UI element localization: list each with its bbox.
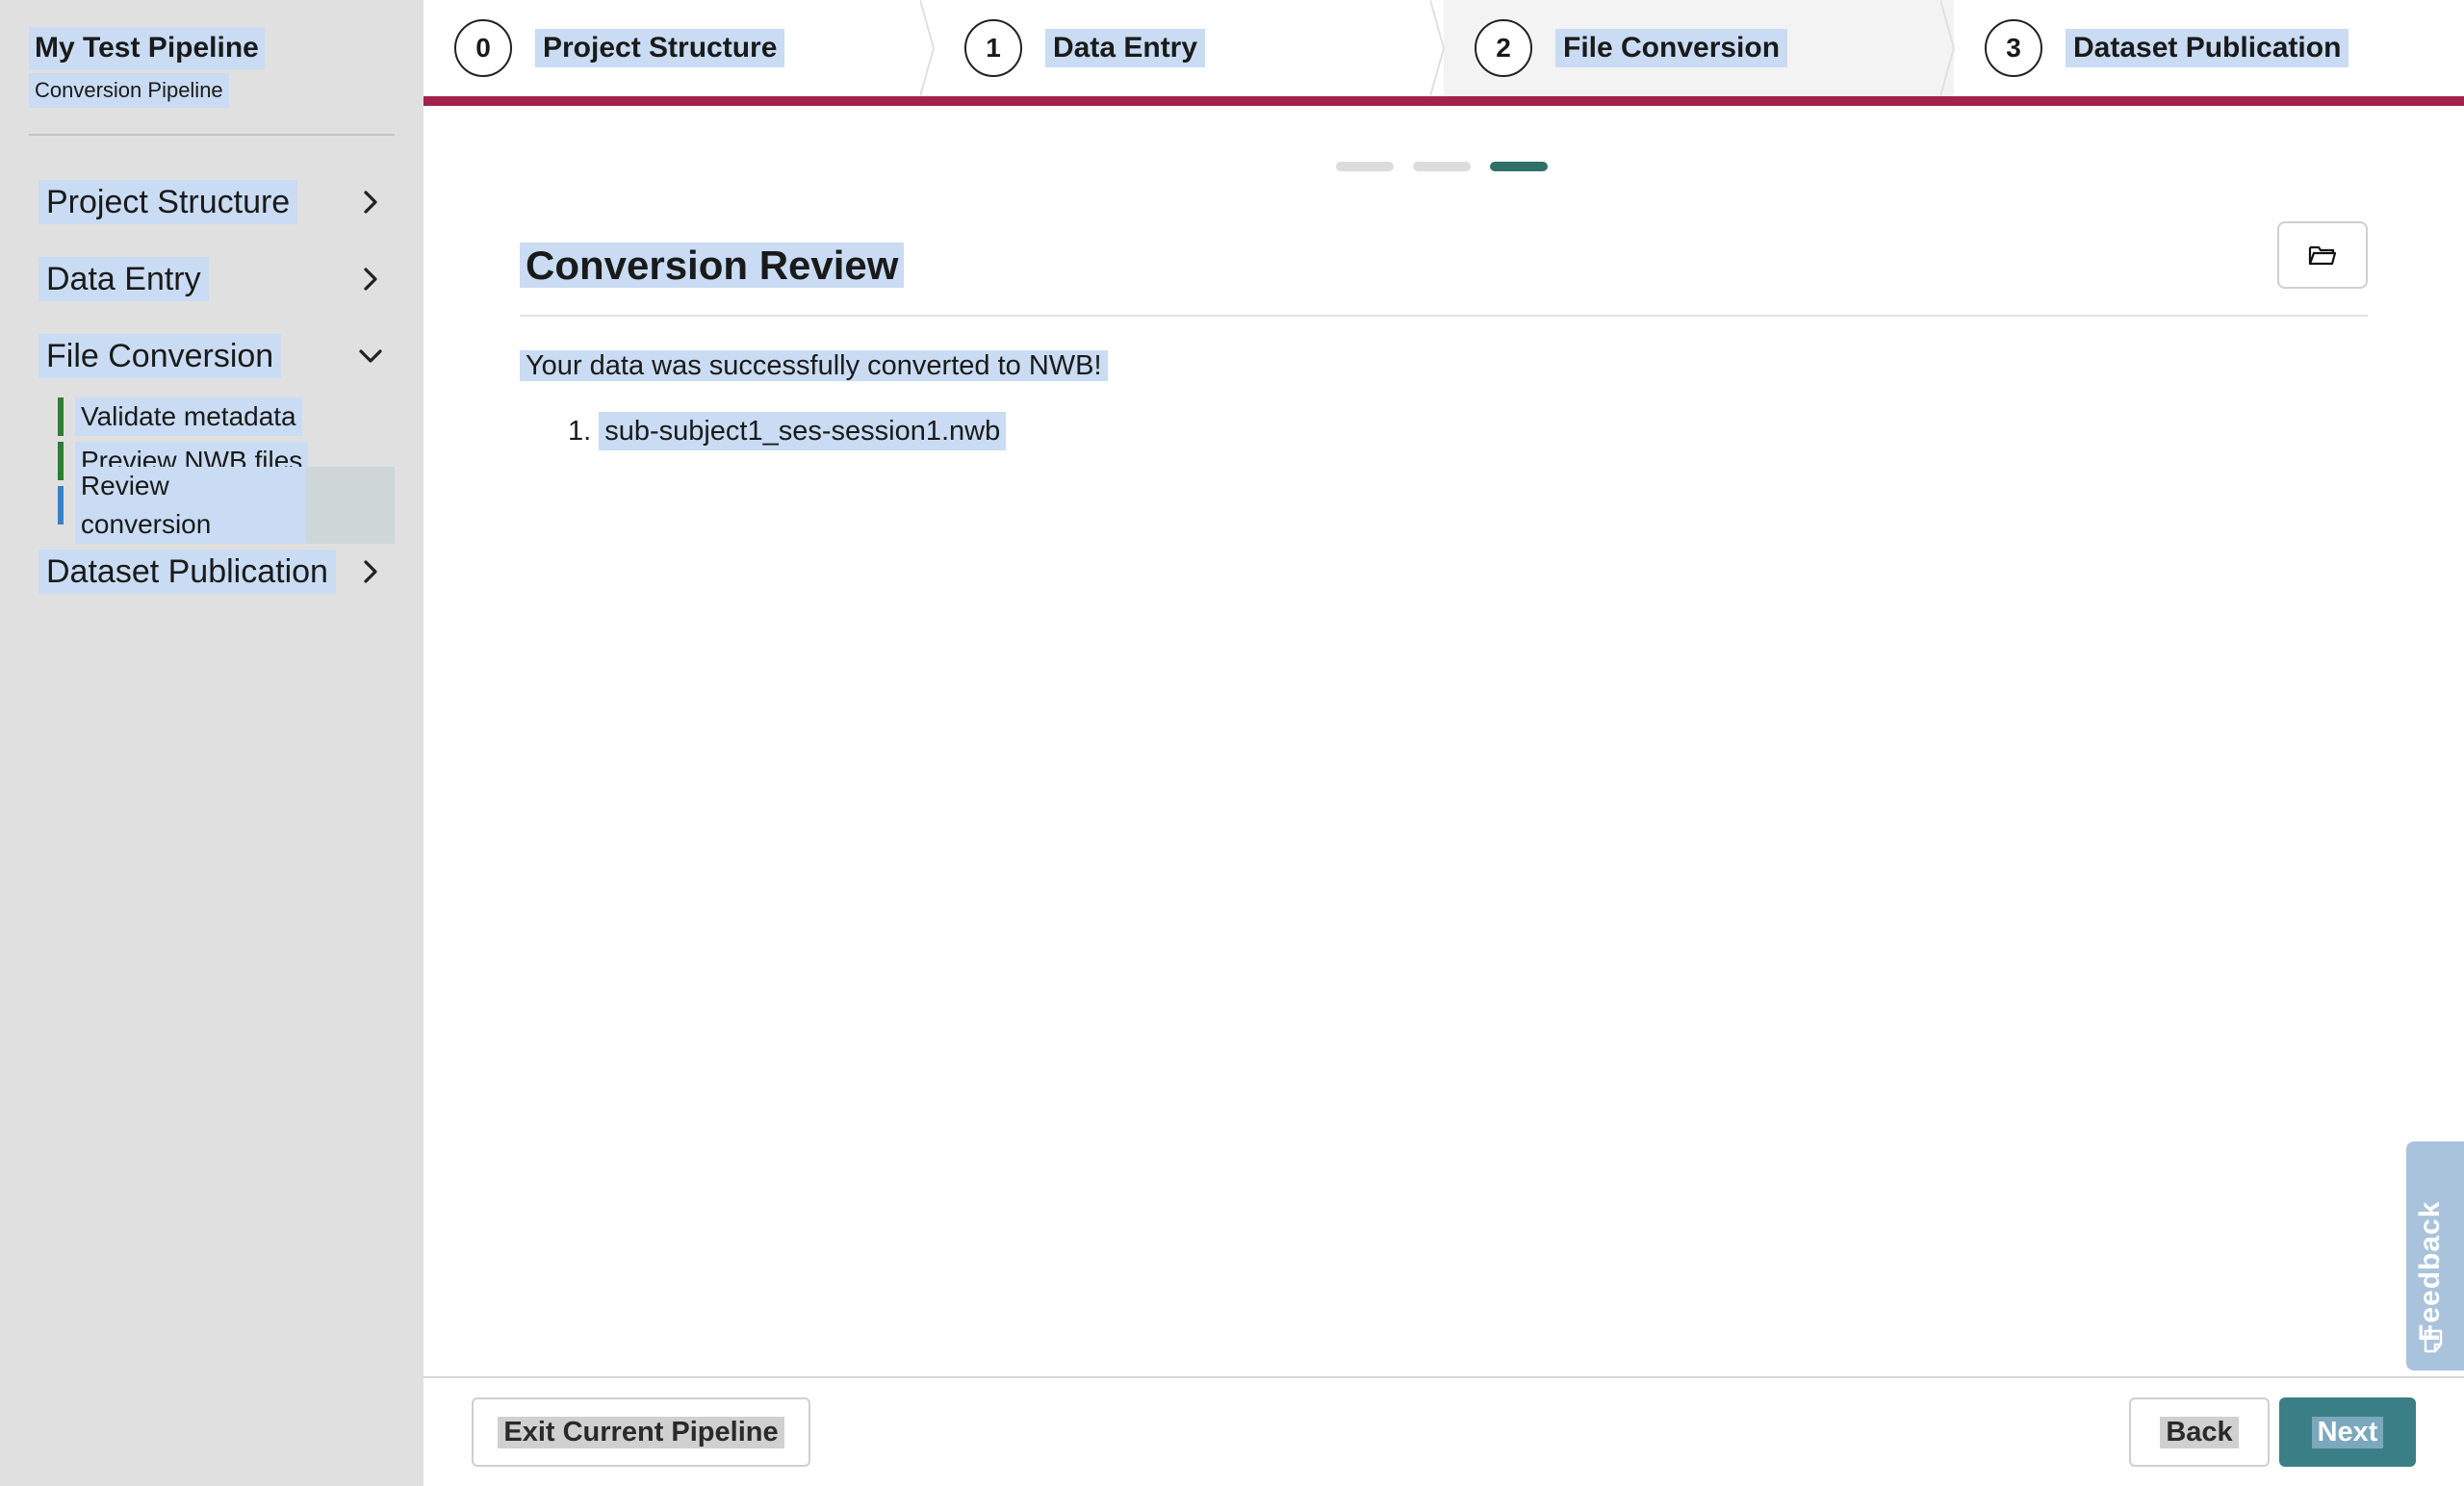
step-label: Dataset Publication [2066,29,2349,67]
file-conversion-subitems: Validate metadata Preview NWB files Revi… [58,397,395,544]
step-number: 1 [964,19,1022,77]
feedback-label: Feedback [2414,1200,2446,1342]
step-label: File Conversion [1555,29,1788,67]
sidebar-item-data-entry[interactable]: Data Entry [38,250,395,308]
status-indicator-active [58,486,64,525]
chevron-right-icon [364,268,377,291]
step-separator [1940,0,1956,96]
sidebar-header: My Test Pipeline Conversion Pipeline [29,27,265,108]
sidebar-item-project-structure[interactable]: Project Structure [38,173,395,231]
pipeline-title: My Test Pipeline [29,27,265,69]
subitem-review-conversion[interactable]: Review conversion [58,467,395,544]
chevron-right-icon [364,191,377,214]
feedback-icon [2424,1329,2443,1353]
sidebar-item-label: Data Entry [38,257,209,301]
sidebar-item-dataset-publication[interactable]: Dataset Publication [38,543,395,601]
pipeline-subtitle: Conversion Pipeline [29,73,229,108]
step-number: 0 [454,19,512,77]
step-label: Project Structure [535,29,785,67]
exit-pipeline-label: Exit Current Pipeline [498,1416,784,1448]
title-divider [520,315,2368,317]
chevron-right-icon [364,560,377,583]
sidebar: My Test Pipeline Conversion Pipeline Pro… [0,0,424,1486]
app-root: My Test Pipeline Conversion Pipeline Pro… [0,0,2464,1486]
back-label: Back [2160,1416,2239,1448]
step-project-structure[interactable]: 0 Project Structure [424,0,936,96]
open-folder-button[interactable] [2277,221,2368,289]
chevron-down-icon [359,349,382,363]
subitem-label: Validate metadata [75,397,302,436]
sidebar-nav: Project Structure Data Entry File Conver… [38,173,395,620]
step-separator [1430,0,1446,96]
step-number: 3 [1985,19,2042,77]
pipeline-stepper: 0 Project Structure 1 Data Entry 2 File … [424,0,2464,96]
sidebar-item-label: Project Structure [38,180,298,224]
next-button[interactable]: Next [2279,1397,2416,1467]
stepper-progress-bar [424,96,2464,106]
list-item-index: 1. [568,416,592,447]
step-number: 2 [1475,19,1532,77]
substep-dot [1336,162,1394,171]
step-dataset-publication[interactable]: 3 Dataset Publication [1954,0,2464,96]
step-separator [920,0,936,96]
substep-dot [1413,162,1471,171]
page-title: Conversion Review [520,239,905,293]
folder-open-icon [2308,245,2337,266]
sidebar-item-label: Dataset Publication [38,550,336,594]
exit-pipeline-button[interactable]: Exit Current Pipeline [472,1397,810,1467]
converted-files-list: 1. sub-subject1_ses-session1.nwb [568,412,1007,450]
sidebar-item-file-conversion[interactable]: File Conversion [38,327,395,385]
sidebar-item-label: File Conversion [38,334,282,378]
substep-indicator [1336,162,1548,171]
step-label: Data Entry [1045,29,1206,67]
feedback-tab[interactable]: Feedback [2406,1141,2464,1371]
back-button[interactable]: Back [2129,1397,2270,1467]
subitem-label: Review conversion [74,467,395,544]
step-file-conversion[interactable]: 2 File Conversion [1444,0,1956,96]
list-item: 1. sub-subject1_ses-session1.nwb [568,412,1007,450]
sidebar-divider [29,134,395,136]
next-label: Next [2311,1416,2384,1448]
page-title-text: Conversion Review [520,243,905,288]
footer-divider [424,1376,2464,1378]
success-message: Your data was successfully converted to … [520,346,1108,385]
substep-dot-active [1490,162,1548,171]
success-message-text: Your data was successfully converted to … [520,350,1108,381]
status-indicator-complete [58,397,64,436]
subitem-validate-metadata[interactable]: Validate metadata [58,397,395,437]
status-indicator-complete [58,442,64,480]
step-data-entry[interactable]: 1 Data Entry [934,0,1446,96]
nwb-file-link[interactable]: sub-subject1_ses-session1.nwb [599,412,1007,450]
